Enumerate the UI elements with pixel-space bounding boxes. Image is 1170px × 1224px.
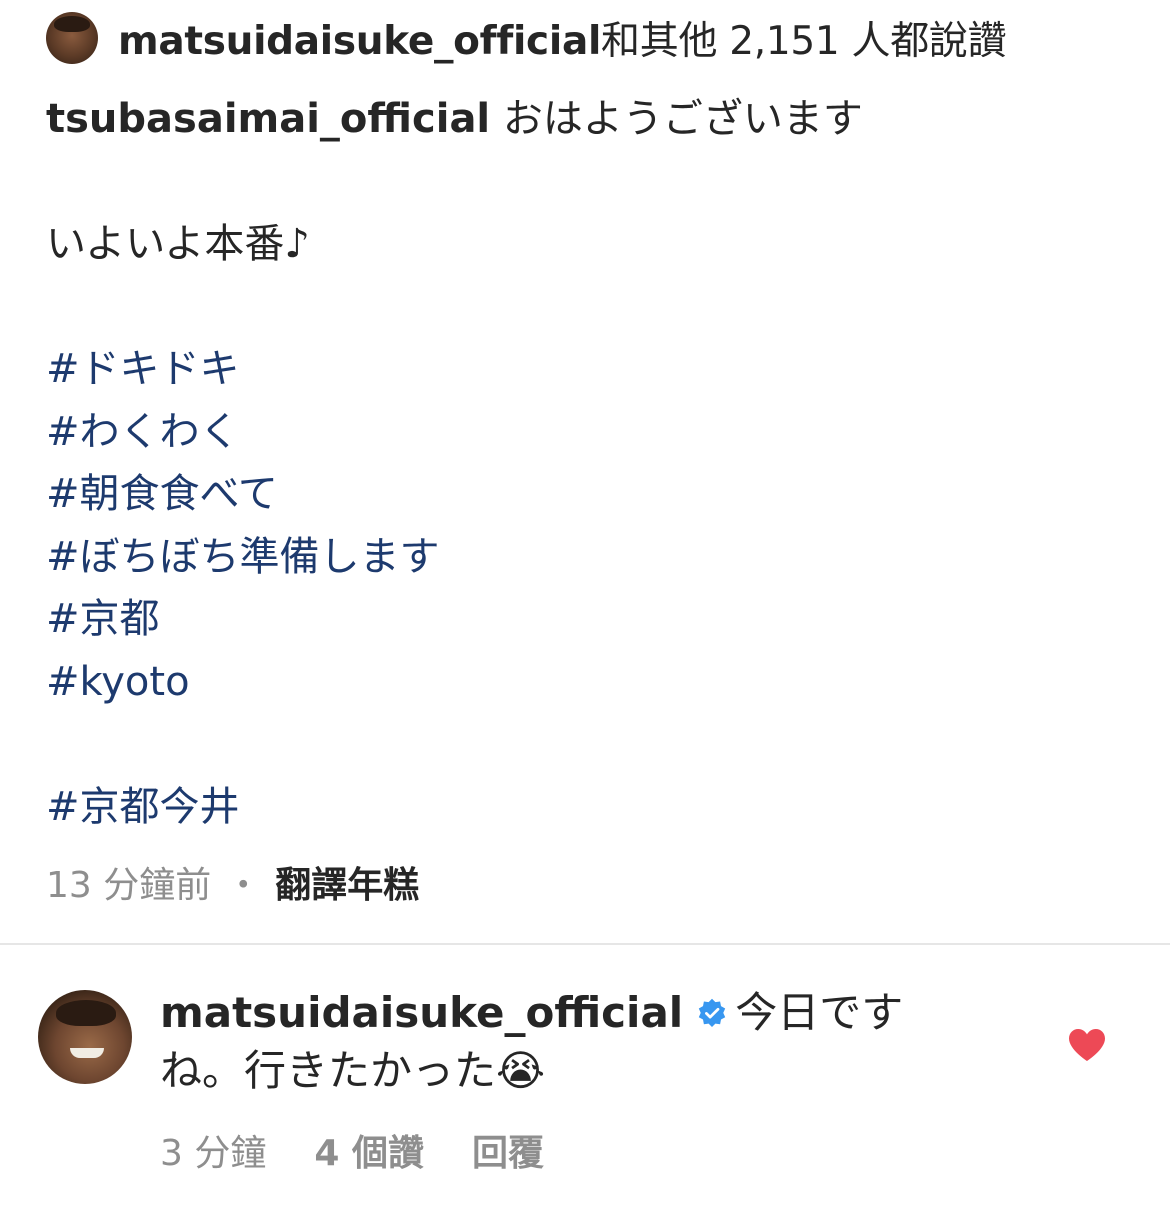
hashtag-link[interactable]: #kyoto bbox=[46, 651, 1126, 714]
caption-username[interactable]: tsubasaimai_official bbox=[46, 96, 490, 142]
commenter-username[interactable]: matsuidaisuke_official bbox=[160, 988, 683, 1037]
divider bbox=[0, 943, 1170, 945]
post-caption: tsubasaimai_official おはようございます いよいよ本番♪ #… bbox=[46, 88, 1126, 838]
caption-first-line: tsubasaimai_official おはようございます bbox=[46, 88, 1126, 151]
likes-summary[interactable]: matsuidaisuke_official和其他 2,151 人都說讚 bbox=[118, 10, 1007, 66]
comment-actions: 3 分鐘 4 個讚 回覆 bbox=[160, 1124, 592, 1176]
hashtag-link[interactable]: #わくわく bbox=[46, 401, 1126, 464]
hashtag-link[interactable]: #京都 bbox=[46, 588, 1126, 651]
caption-greeting: おはようございます bbox=[502, 96, 863, 142]
hashtag-link[interactable]: #ドキドキ bbox=[46, 338, 1126, 401]
reply-button[interactable]: 回覆 bbox=[472, 1133, 544, 1174]
comment-body: matsuidaisuke_official 今日ですね。行きたかった😭 bbox=[160, 984, 960, 1100]
post-timestamp: 13 分鐘前 bbox=[46, 865, 212, 906]
likes-row[interactable]: matsuidaisuke_official和其他 2,151 人都說讚 bbox=[46, 10, 1007, 66]
liked-heart-icon[interactable] bbox=[1068, 1028, 1106, 1062]
translate-button[interactable]: 翻譯年糕 bbox=[275, 865, 419, 906]
hashtag-link[interactable]: #朝食食べて bbox=[46, 463, 1126, 526]
post-meta: 13 分鐘前・翻譯年糕 bbox=[46, 856, 419, 908]
verified-badge-icon bbox=[699, 998, 726, 1027]
likes-suffix: 和其他 2,151 人都說讚 bbox=[601, 19, 1007, 64]
post-comments-view: matsuidaisuke_official和其他 2,151 人都說讚 tsu… bbox=[0, 0, 1170, 1224]
comment-timestamp: 3 分鐘 bbox=[160, 1133, 267, 1174]
commenter-avatar[interactable] bbox=[38, 990, 132, 1084]
hashtag-link[interactable]: #ぼちぼち準備します bbox=[46, 526, 1126, 589]
hashtag-link[interactable]: #京都今井 bbox=[46, 776, 1126, 839]
meta-separator: ・ bbox=[225, 865, 262, 906]
caption-line-2: いよいよ本番♪ bbox=[46, 221, 310, 267]
comment-likes-count[interactable]: 4 個讚 bbox=[314, 1133, 424, 1174]
liker-username[interactable]: matsuidaisuke_official bbox=[118, 19, 601, 64]
liker-avatar[interactable] bbox=[46, 12, 98, 64]
